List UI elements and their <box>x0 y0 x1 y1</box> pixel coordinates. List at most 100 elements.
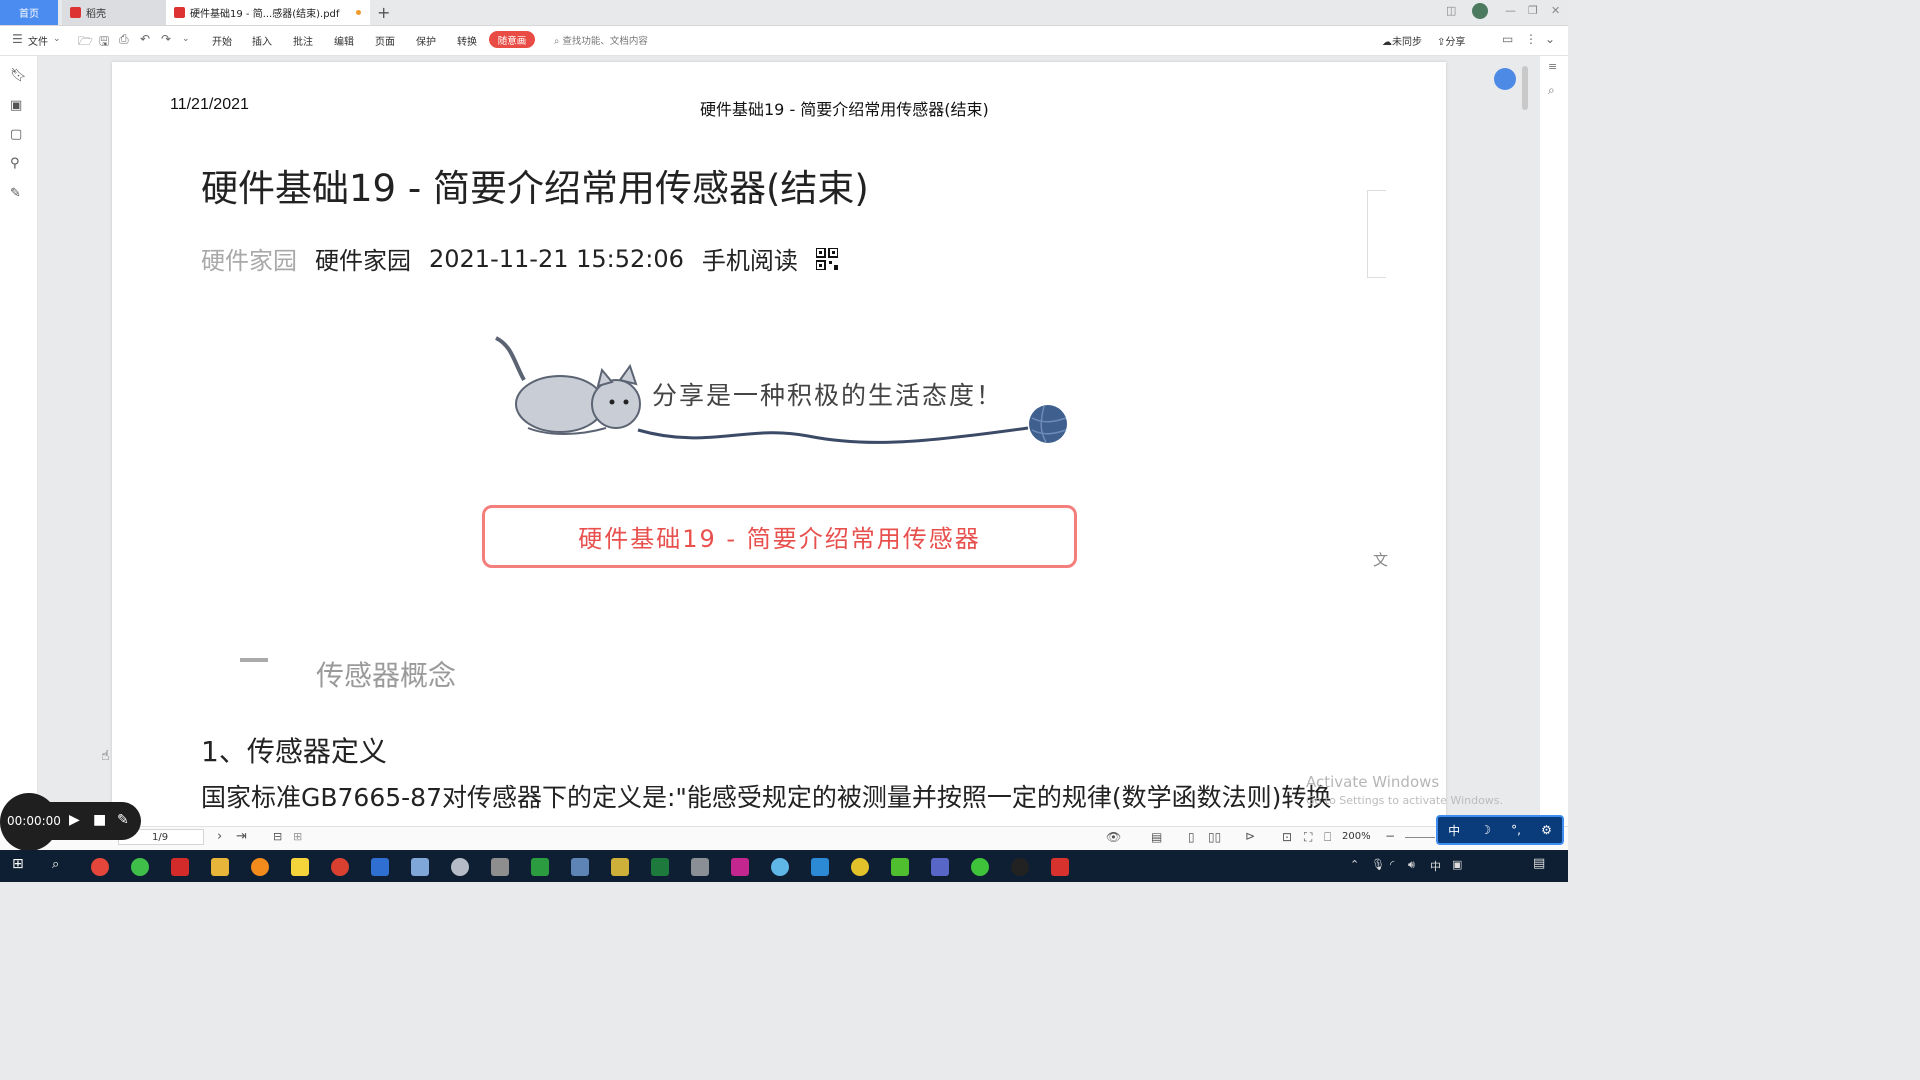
pen-icon[interactable]: ✎ <box>117 812 129 828</box>
tools-icon[interactable] <box>691 858 709 876</box>
find-icon[interactable]: ⌕ <box>1548 83 1555 98</box>
comment-icon[interactable]: ▭ <box>1502 32 1513 46</box>
comment-panel-icon[interactable]: ▢ <box>10 127 22 142</box>
taskbar-search-icon[interactable]: ⌕ <box>52 857 59 872</box>
windows-start-icon[interactable]: ⊞ <box>12 856 24 872</box>
notification-icon[interactable]: ▤ <box>1533 856 1545 871</box>
bookmark-icon[interactable]: 🔖︎ <box>10 68 27 83</box>
avatar[interactable] <box>1472 3 1488 19</box>
tab-document[interactable]: 硬件基础19 - 简...感器(结束).pdf <box>166 0 370 25</box>
more-chevron-icon[interactable]: ⌄ <box>182 34 190 44</box>
book-icon[interactable]: ⎕ <box>1324 830 1331 845</box>
play-icon[interactable]: ▶ <box>69 812 80 828</box>
menu-start[interactable]: 开始 <box>212 33 232 48</box>
browser-green-icon[interactable] <box>131 858 149 876</box>
redo-icon[interactable]: ↷ <box>161 32 171 46</box>
app-grid-icon[interactable] <box>571 858 589 876</box>
translate-icon[interactable]: 文 <box>1373 549 1388 570</box>
share-button[interactable]: ⇪分享 <box>1437 33 1465 48</box>
app-gray-icon[interactable] <box>451 858 469 876</box>
restore-icon[interactable]: ❐ <box>1528 4 1538 17</box>
ime-chinese-mode[interactable]: 中 <box>1448 822 1460 839</box>
sync-status[interactable]: ☁未同步 <box>1382 33 1422 48</box>
excel-icon[interactable] <box>651 858 669 876</box>
tab-daoke[interactable]: 稻壳 <box>62 0 166 25</box>
app-pink-icon[interactable] <box>731 858 749 876</box>
close-icon[interactable]: ✕ <box>1551 4 1560 17</box>
ime-toolbar[interactable]: 中 ☽ °, ⚙ <box>1436 815 1564 845</box>
two-page-icon[interactable]: ▯▯ <box>1208 830 1221 844</box>
tab-home[interactable]: 首页 <box>0 0 58 25</box>
browser-red-icon[interactable] <box>331 858 349 876</box>
fit-page-icon[interactable]: ⊟ <box>273 830 282 843</box>
chrome-icon[interactable] <box>91 858 109 876</box>
tray-chevron-icon[interactable]: ⌃ <box>1350 858 1359 871</box>
qq-icon[interactable] <box>1011 858 1029 876</box>
app-building-icon[interactable] <box>931 858 949 876</box>
search-app-icon[interactable] <box>251 858 269 876</box>
wps-icon[interactable] <box>1051 858 1069 876</box>
minimize-icon[interactable]: — <box>1505 4 1516 17</box>
zoom-slider[interactable] <box>1405 837 1435 838</box>
single-page-icon[interactable]: ▤ <box>1151 830 1162 844</box>
menu-annotate[interactable]: 批注 <box>293 33 313 48</box>
last-page-icon[interactable]: ⇥ <box>236 829 247 844</box>
notes-icon[interactable] <box>291 858 309 876</box>
side-panel-handle[interactable] <box>1367 190 1386 278</box>
menu-protect[interactable]: 保护 <box>416 33 436 48</box>
more-icon[interactable]: ⋮ <box>1525 32 1537 46</box>
eye-icon[interactable]: 👁︎ <box>1106 830 1121 844</box>
app-tool-icon[interactable] <box>491 858 509 876</box>
tray-app-icon[interactable]: ▣ <box>1452 858 1462 871</box>
network-icon[interactable]: ◜ <box>1390 858 1394 871</box>
stop-icon[interactable]: ■ <box>93 812 106 828</box>
file-menu[interactable]: 文件 <box>28 33 48 48</box>
menu-convert[interactable]: 转换 <box>457 33 477 48</box>
undo-icon[interactable]: ↶ <box>140 32 150 46</box>
app-window-icon[interactable] <box>411 858 429 876</box>
attachment-icon[interactable]: ⚲ <box>10 156 20 171</box>
print-icon[interactable]: ⎙ <box>119 32 129 47</box>
list-icon[interactable]: ≡ <box>1548 60 1557 73</box>
ime-punctuation-icon[interactable]: °, <box>1511 823 1521 837</box>
iqiyi-icon[interactable] <box>891 858 909 876</box>
zoom-out-icon[interactable]: − <box>1385 829 1395 843</box>
fit-width-icon[interactable]: ⊞ <box>293 830 302 843</box>
crop-icon[interactable]: ⛶ <box>1304 830 1312 845</box>
fit-icon[interactable]: ⊡ <box>1282 830 1292 844</box>
chevron-down-icon[interactable]: ⌄ <box>53 34 61 44</box>
app-red-icon[interactable] <box>171 858 189 876</box>
app-globe-icon[interactable] <box>771 858 789 876</box>
mx-icon[interactable] <box>811 858 829 876</box>
signature-icon[interactable]: ✎ <box>10 186 21 201</box>
play-slideshow-icon[interactable]: ⊳ <box>1245 829 1255 843</box>
new-tab-plus-icon[interactable]: + <box>377 3 390 22</box>
ime-moon-icon[interactable]: ☽ <box>1480 823 1491 837</box>
page-view-icon[interactable]: ▯ <box>1188 830 1195 844</box>
menu-icon[interactable]: ☰ <box>12 32 23 46</box>
app-yellow-icon[interactable] <box>611 858 629 876</box>
save-icon[interactable]: 🖫 <box>99 32 109 53</box>
floating-assistant-icon[interactable] <box>1494 68 1516 90</box>
collapse-chevron-icon[interactable]: ⌄ <box>1545 32 1555 46</box>
volume-icon[interactable]: 🔊︎ <box>1408 858 1415 872</box>
app-ball-icon[interactable] <box>851 858 869 876</box>
search-input[interactable]: ⌕ 查找功能、文档内容 <box>554 33 648 47</box>
menu-page[interactable]: 页面 <box>375 33 395 48</box>
draw-anywhere-button[interactable]: 随意画 <box>489 31 535 48</box>
thumbnail-icon[interactable]: ▣ <box>10 98 22 113</box>
ime-settings-icon[interactable]: ⚙ <box>1541 823 1552 837</box>
next-page-icon[interactable]: › <box>217 829 222 844</box>
wechat-icon[interactable] <box>971 858 989 876</box>
file-explorer-icon[interactable] <box>211 858 229 876</box>
open-folder-icon[interactable]: 🗁 <box>78 32 93 53</box>
zoom-level[interactable]: 200% <box>1342 831 1371 842</box>
vertical-scrollbar[interactable] <box>1522 66 1528 110</box>
window-layout-icon[interactable]: ◫ <box>1446 4 1456 17</box>
app-chip-icon[interactable] <box>531 858 549 876</box>
ime-indicator-icon[interactable]: 中 <box>1430 858 1441 874</box>
microphone-icon[interactable]: 🎙︎ <box>1371 858 1385 871</box>
menu-insert[interactable]: 插入 <box>252 33 272 48</box>
menu-edit[interactable]: 编辑 <box>334 33 354 48</box>
app-blue-icon[interactable] <box>371 858 389 876</box>
